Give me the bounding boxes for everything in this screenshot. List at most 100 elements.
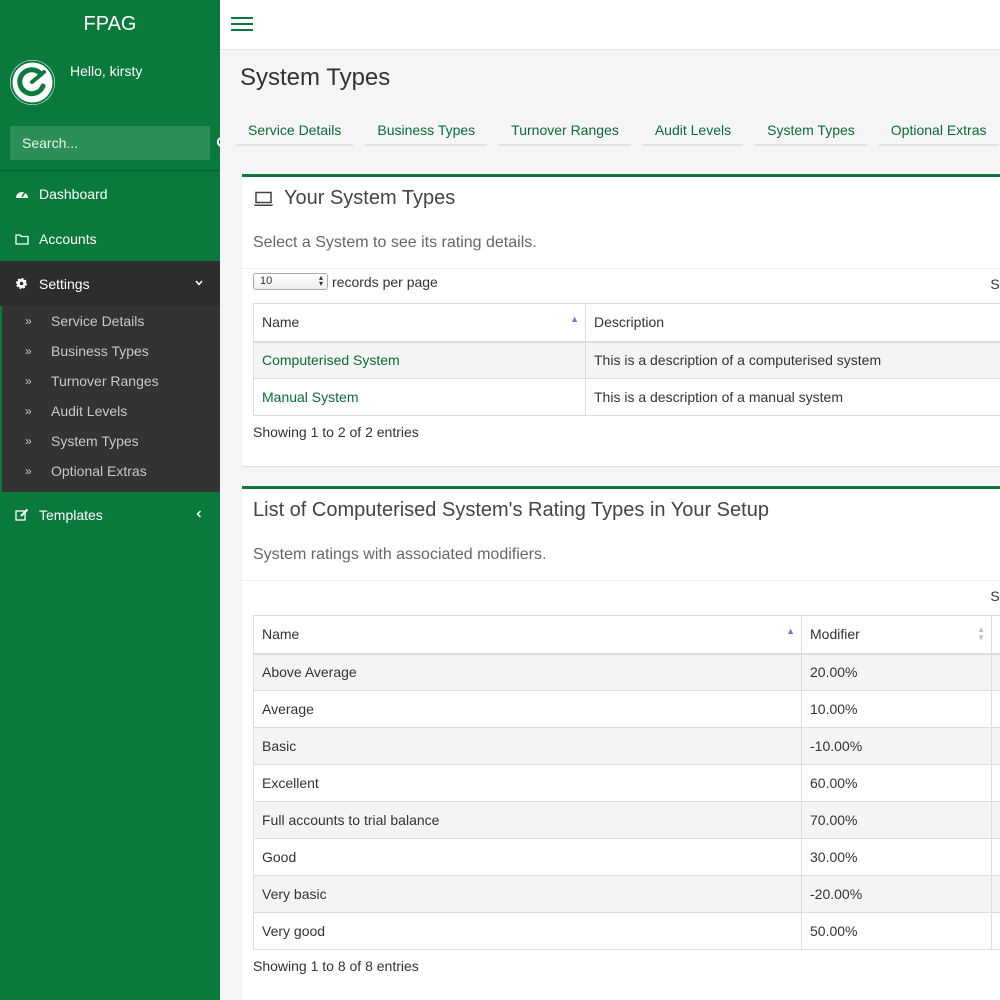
- column-label: Description: [594, 314, 665, 331]
- sidebar-item-service-details[interactable]: » Service Details: [2, 306, 220, 336]
- divider: [242, 580, 1000, 581]
- double-chevron-right-icon: »: [25, 464, 32, 478]
- sidebar-item-settings[interactable]: Settings: [0, 261, 220, 306]
- row-extra-cell: [991, 727, 1000, 765]
- column-header-modifier[interactable]: Modifier ▲ ▼: [801, 615, 992, 655]
- submenu-label: Service Details: [51, 313, 145, 329]
- row-extra-cell: [991, 653, 1000, 691]
- sidebar-item-templates[interactable]: Templates: [0, 492, 220, 537]
- double-chevron-right-icon: »: [25, 344, 32, 358]
- table-row[interactable]: Very good 50.00%: [253, 912, 1000, 950]
- double-chevron-right-icon: »: [25, 434, 32, 448]
- submenu-label: Turnover Ranges: [51, 373, 159, 389]
- rating-types-box: List of Computerised System's Rating Typ…: [242, 486, 1000, 1000]
- edit-icon: [15, 508, 31, 521]
- table-row[interactable]: Excellent 60.00%: [253, 764, 1000, 802]
- rating-modifier: 30.00%: [801, 838, 992, 876]
- sort-asc-icon: ▲: [570, 314, 579, 324]
- sidebar-item-label: Accounts: [39, 230, 97, 247]
- table-row[interactable]: Full accounts to trial balance 70.00%: [253, 801, 1000, 839]
- system-description: This is a description of a computerised …: [585, 341, 1000, 379]
- double-chevron-right-icon: »: [25, 404, 32, 418]
- sidebar-item-business-types[interactable]: » Business Types: [2, 336, 220, 366]
- rating-name: Very good: [253, 912, 802, 950]
- rating-modifier: 50.00%: [801, 912, 992, 950]
- system-types-table: Name ▲ Description Computerised System Th…: [253, 303, 1000, 416]
- sidebar-item-audit-levels[interactable]: » Audit Levels: [2, 396, 220, 426]
- sidebar-item-label: Settings: [39, 275, 90, 292]
- tab-audit-levels[interactable]: Audit Levels: [642, 116, 744, 146]
- table-search-label: Sear: [990, 588, 1000, 604]
- row-extra-cell: [991, 801, 1000, 839]
- table-row[interactable]: Very basic -20.00%: [253, 875, 1000, 913]
- box-title-text: Your System Types: [284, 187, 456, 209]
- user-greeting: Hello, kirsty: [70, 63, 143, 79]
- chevron-down-icon: [194, 275, 204, 291]
- gear-icon: [15, 277, 31, 290]
- sidebar-toggle-icon[interactable]: [231, 17, 253, 35]
- company-logo-icon: [10, 60, 55, 105]
- box-subtitle: System ratings with associated modifiers…: [253, 546, 547, 563]
- table-row[interactable]: Manual System This is a description of a…: [253, 378, 1000, 416]
- submenu-label: Business Types: [51, 343, 149, 359]
- tab-system-types[interactable]: System Types: [755, 116, 867, 146]
- tab-service-details[interactable]: Service Details: [236, 116, 354, 146]
- tab-optional-extras[interactable]: Optional Extras: [878, 116, 999, 146]
- tab-turnover-ranges[interactable]: Turnover Ranges: [499, 116, 631, 146]
- submenu-label: Audit Levels: [51, 403, 128, 419]
- table-row[interactable]: Computerised System This is a descriptio…: [253, 341, 1000, 379]
- row-extra-cell: [991, 875, 1000, 913]
- column-label: Modifier: [810, 626, 860, 643]
- sidebar-item-system-types[interactable]: » System Types: [2, 426, 220, 456]
- row-extra-cell: [991, 838, 1000, 876]
- table-info: Showing 1 to 2 of 2 entries: [253, 424, 419, 440]
- sort-asc-icon: ▲: [786, 626, 795, 636]
- sidebar-search: [10, 126, 230, 160]
- column-header-extra[interactable]: [991, 615, 1000, 655]
- table-info: Showing 1 to 8 of 8 entries: [253, 958, 419, 974]
- rating-name: Basic: [253, 727, 802, 765]
- rating-modifier: -10.00%: [801, 727, 992, 765]
- table-row[interactable]: Good 30.00%: [253, 838, 1000, 876]
- laptop-icon: [253, 191, 274, 207]
- row-extra-cell: [991, 690, 1000, 728]
- records-per-page-label: records per page: [332, 273, 438, 290]
- sidebar: FPAG Hello, kirsty Dashboard Ac: [0, 0, 230, 1000]
- rating-name: Above Average: [253, 653, 802, 691]
- column-header-description[interactable]: Description: [585, 303, 1000, 343]
- avatar: [10, 60, 55, 105]
- tab-business-types[interactable]: Business Types: [365, 116, 488, 146]
- table-row[interactable]: Above Average 20.00%: [253, 653, 1000, 691]
- records-per-page-select[interactable]: 10 ▴ ▾: [253, 273, 328, 290]
- user-panel: Hello, kirsty: [0, 48, 220, 118]
- row-extra-cell: [991, 764, 1000, 802]
- page-title: System Types: [240, 64, 391, 91]
- brand-logo-text[interactable]: FPAG: [0, 0, 220, 48]
- table-search-label: Sear: [990, 276, 1000, 292]
- system-name-link[interactable]: Computerised System: [253, 341, 586, 379]
- column-label: Name: [262, 626, 300, 643]
- dashboard-icon: [15, 188, 31, 200]
- system-name-link[interactable]: Manual System: [253, 378, 586, 416]
- table-row[interactable]: Average 10.00%: [253, 690, 1000, 728]
- sidebar-item-label: Dashboard: [39, 185, 108, 202]
- divider: [242, 268, 1000, 269]
- sidebar-item-dashboard[interactable]: Dashboard: [0, 171, 220, 216]
- rating-modifier: 20.00%: [801, 653, 992, 691]
- records-per-page: 10 ▴ ▾ records per page: [253, 273, 438, 290]
- rating-name: Full accounts to trial balance: [253, 801, 802, 839]
- column-label: Name: [262, 314, 300, 331]
- column-header-name[interactable]: Name ▲: [253, 303, 586, 343]
- sidebar-item-accounts[interactable]: Accounts: [0, 216, 220, 261]
- box-title: List of Computerised System's Rating Typ…: [253, 499, 769, 521]
- sidebar-item-optional-extras[interactable]: » Optional Extras: [2, 456, 220, 486]
- submenu-label: Optional Extras: [51, 463, 147, 479]
- sidebar-item-turnover-ranges[interactable]: » Turnover Ranges: [2, 366, 220, 396]
- table-row[interactable]: Basic -10.00%: [253, 727, 1000, 765]
- rating-name: Good: [253, 838, 802, 876]
- column-header-name[interactable]: Name ▲: [253, 615, 802, 655]
- sidebar-search-input[interactable]: [10, 126, 215, 160]
- system-description: This is a description of a manual system: [585, 378, 1000, 416]
- rating-modifier: 70.00%: [801, 801, 992, 839]
- rating-modifier: -20.00%: [801, 875, 992, 913]
